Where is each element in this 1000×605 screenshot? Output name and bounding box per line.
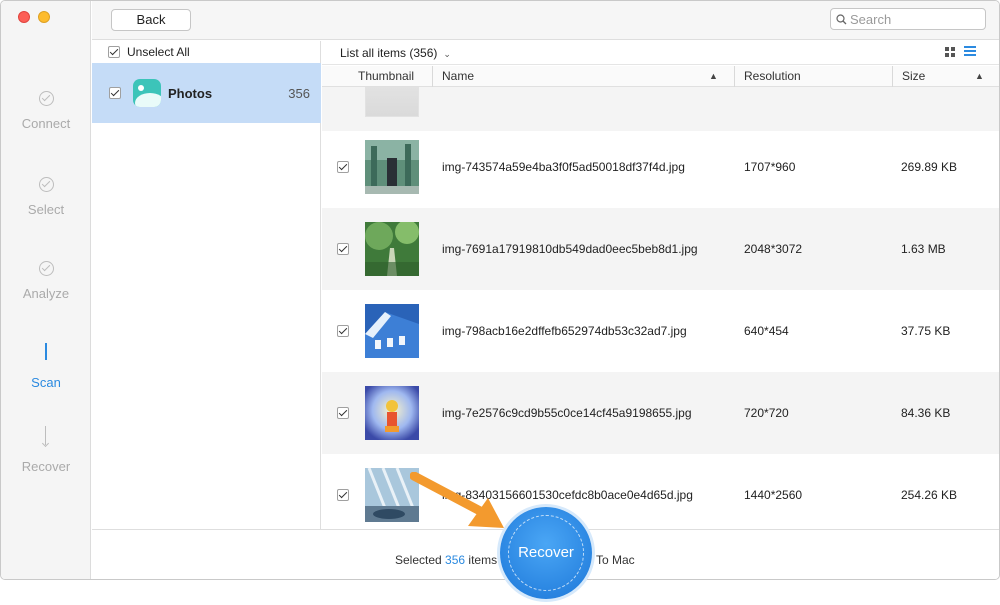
step-recover-label: Recover	[21, 459, 71, 474]
file-size: 84.36 KB	[901, 406, 951, 420]
close-window-button[interactable]	[18, 11, 30, 23]
table-row[interactable]: img-798acb16e2dffefb652974db53c32ad7.jpg…	[322, 290, 999, 372]
column-name[interactable]: Name ▲	[432, 66, 734, 87]
thumbnail-image	[365, 304, 419, 358]
toolbar: Back	[92, 1, 999, 40]
to-mac-label: To Mac	[596, 553, 635, 567]
row-checkbox[interactable]	[337, 407, 349, 419]
sort-ascending-icon[interactable]: ▲	[709, 66, 718, 87]
list-filter-bar: List all items (356) ⌄	[322, 41, 999, 65]
row-checkbox[interactable]	[337, 161, 349, 173]
row-checkbox[interactable]	[337, 325, 349, 337]
pointer-arrow-icon	[410, 472, 504, 528]
unselect-all-label[interactable]: Unselect All	[127, 45, 190, 59]
check-circle-icon	[38, 177, 54, 192]
column-size-label[interactable]: Size	[902, 69, 925, 83]
file-name: img-743574a59e4ba3f0f5ad50018df37f4d.jpg	[442, 160, 685, 174]
sort-ascending-icon[interactable]: ▲	[975, 66, 984, 87]
check-circle-icon	[38, 91, 54, 106]
down-arrow-icon	[41, 426, 51, 448]
step-recover: Recover	[1, 426, 91, 474]
back-button[interactable]: Back	[111, 9, 191, 31]
file-name: img-7691a17919810db549dad0eec5beb8d1.jpg	[442, 242, 698, 256]
file-resolution: 720*720	[744, 406, 789, 420]
window-controls	[18, 11, 50, 23]
step-analyze-label: Analyze	[22, 286, 70, 301]
step-select-label: Select	[27, 202, 65, 217]
category-name: Photos	[168, 85, 213, 101]
step-connect-label: Connect	[21, 116, 71, 131]
step-scan-label: Scan	[31, 375, 61, 390]
category-checkbox[interactable]	[109, 87, 121, 99]
file-size: 37.75 KB	[901, 324, 951, 338]
list-view-icon[interactable]	[964, 46, 976, 58]
recover-button-label[interactable]: Recover	[500, 544, 592, 561]
thumbnail-image	[365, 386, 419, 440]
thumbnail-image	[365, 87, 419, 117]
list-all-dropdown[interactable]: List all items (356) ⌄	[340, 46, 451, 60]
table-header: Thumbnail Name ▲ Resolution Size ▲	[322, 66, 999, 87]
file-size: 269.89 KB	[901, 160, 958, 174]
step-select: Select	[1, 177, 91, 217]
selected-count: 356	[445, 553, 466, 567]
file-name: img-7e2576c9cd9b55c0ce14cf45a9198655.jpg	[442, 406, 692, 420]
row-checkbox[interactable]	[337, 489, 349, 501]
file-resolution: 2048*3072	[744, 242, 803, 256]
file-resolution: 1440*2560	[744, 488, 803, 502]
table-row[interactable]	[322, 87, 999, 131]
minimize-window-button[interactable]	[38, 11, 50, 23]
step-analyze: Analyze	[1, 261, 91, 301]
recover-button[interactable]: Recover	[500, 507, 592, 599]
file-resolution: 640*454	[744, 324, 789, 338]
file-size: 254.26 KB	[901, 488, 958, 502]
row-checkbox[interactable]	[337, 243, 349, 255]
selected-suffix: items	[468, 553, 498, 567]
step-rail: Connect Select Analyze Scan Recover	[1, 1, 91, 579]
chevron-down-icon[interactable]: ⌄	[443, 49, 451, 60]
grid-view-icon[interactable]	[945, 47, 955, 57]
column-resolution[interactable]: Resolution	[734, 66, 892, 87]
column-name-label[interactable]: Name	[442, 69, 474, 83]
search-input[interactable]	[850, 11, 978, 27]
selected-summary: Selected 356 items	[395, 553, 497, 567]
table-row[interactable]: img-7e2576c9cd9b55c0ce14cf45a9198655.jpg…	[322, 372, 999, 454]
thumbnail-image	[365, 220, 419, 276]
list-all-label[interactable]: List all items (356)	[340, 46, 437, 60]
unselect-all-checkbox[interactable]	[108, 46, 120, 58]
photos-icon	[133, 79, 161, 107]
search-icon	[836, 13, 847, 24]
check-circle-icon	[38, 261, 54, 276]
file-resolution: 1707*960	[744, 160, 796, 174]
column-size[interactable]: Size ▲	[892, 66, 999, 87]
thumbnail-image	[365, 140, 419, 194]
step-connect: Connect	[1, 91, 91, 131]
selected-prefix: Selected	[395, 553, 442, 567]
category-count: 356	[288, 85, 310, 101]
file-list: img-743574a59e4ba3f0f5ad50018df37f4d.jpg…	[322, 87, 999, 529]
table-row[interactable]: img-743574a59e4ba3f0f5ad50018df37f4d.jpg…	[322, 126, 999, 208]
search-box[interactable]	[830, 8, 986, 30]
step-scan: Scan	[1, 343, 91, 390]
category-item-photos[interactable]: Photos 356	[92, 63, 321, 123]
file-size: 1.63 MB	[901, 242, 946, 256]
category-panel: Unselect All Photos 356	[92, 41, 321, 529]
column-thumbnail[interactable]: Thumbnail	[358, 66, 414, 87]
file-name: img-798acb16e2dffefb652974db53c32ad7.jpg	[442, 324, 687, 338]
unselect-all-row[interactable]: Unselect All	[92, 41, 321, 63]
progress-bar-icon	[45, 343, 47, 360]
table-row[interactable]: img-7691a17919810db549dad0eec5beb8d1.jpg…	[322, 208, 999, 290]
